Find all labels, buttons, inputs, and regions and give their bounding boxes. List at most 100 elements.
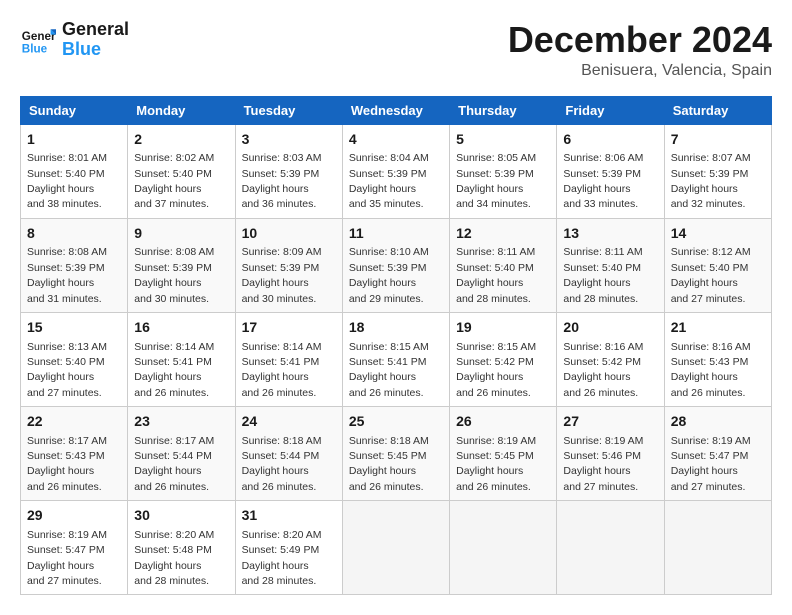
day-info: Sunrise: 8:16 AMSunset: 5:42 PMDaylight …: [563, 341, 643, 399]
day-number: 17: [242, 318, 336, 338]
table-row: 19 Sunrise: 8:15 AMSunset: 5:42 PMDaylig…: [450, 312, 557, 406]
header-wednesday: Wednesday: [342, 96, 449, 124]
day-info: Sunrise: 8:06 AMSunset: 5:39 PMDaylight …: [563, 152, 643, 210]
table-row: 13 Sunrise: 8:11 AMSunset: 5:40 PMDaylig…: [557, 218, 664, 312]
day-number: 21: [671, 318, 765, 338]
table-row: 25 Sunrise: 8:18 AMSunset: 5:45 PMDaylig…: [342, 407, 449, 501]
table-row: [557, 501, 664, 595]
day-number: 12: [456, 224, 550, 244]
day-number: 7: [671, 130, 765, 150]
table-row: 21 Sunrise: 8:16 AMSunset: 5:43 PMDaylig…: [664, 312, 771, 406]
table-row: 30 Sunrise: 8:20 AMSunset: 5:48 PMDaylig…: [128, 501, 235, 595]
day-info: Sunrise: 8:12 AMSunset: 5:40 PMDaylight …: [671, 246, 751, 304]
table-row: [664, 501, 771, 595]
table-row: 2 Sunrise: 8:02 AMSunset: 5:40 PMDayligh…: [128, 124, 235, 218]
table-row: 18 Sunrise: 8:15 AMSunset: 5:41 PMDaylig…: [342, 312, 449, 406]
day-number: 22: [27, 412, 121, 432]
day-number: 10: [242, 224, 336, 244]
day-info: Sunrise: 8:07 AMSunset: 5:39 PMDaylight …: [671, 152, 751, 210]
header-monday: Monday: [128, 96, 235, 124]
table-row: 28 Sunrise: 8:19 AMSunset: 5:47 PMDaylig…: [664, 407, 771, 501]
table-row: 9 Sunrise: 8:08 AMSunset: 5:39 PMDayligh…: [128, 218, 235, 312]
day-info: Sunrise: 8:10 AMSunset: 5:39 PMDaylight …: [349, 246, 429, 304]
title-section: December 2024 Benisuera, Valencia, Spain: [508, 20, 772, 80]
day-info: Sunrise: 8:18 AMSunset: 5:45 PMDaylight …: [349, 435, 429, 493]
day-number: 9: [134, 224, 228, 244]
day-info: Sunrise: 8:17 AMSunset: 5:43 PMDaylight …: [27, 435, 107, 493]
day-info: Sunrise: 8:15 AMSunset: 5:42 PMDaylight …: [456, 341, 536, 399]
table-row: 7 Sunrise: 8:07 AMSunset: 5:39 PMDayligh…: [664, 124, 771, 218]
table-row: 29 Sunrise: 8:19 AMSunset: 5:47 PMDaylig…: [21, 501, 128, 595]
page-header: General Blue GeneralBlue December 2024 B…: [20, 20, 772, 80]
day-number: 23: [134, 412, 228, 432]
day-info: Sunrise: 8:14 AMSunset: 5:41 PMDaylight …: [134, 341, 214, 399]
day-info: Sunrise: 8:08 AMSunset: 5:39 PMDaylight …: [27, 246, 107, 304]
calendar-header-row: Sunday Monday Tuesday Wednesday Thursday…: [21, 96, 772, 124]
day-number: 20: [563, 318, 657, 338]
header-sunday: Sunday: [21, 96, 128, 124]
table-row: 11 Sunrise: 8:10 AMSunset: 5:39 PMDaylig…: [342, 218, 449, 312]
header-thursday: Thursday: [450, 96, 557, 124]
day-info: Sunrise: 8:15 AMSunset: 5:41 PMDaylight …: [349, 341, 429, 399]
day-number: 31: [242, 506, 336, 526]
day-number: 18: [349, 318, 443, 338]
day-number: 1: [27, 130, 121, 150]
table-row: 20 Sunrise: 8:16 AMSunset: 5:42 PMDaylig…: [557, 312, 664, 406]
day-number: 11: [349, 224, 443, 244]
calendar-week-row: 29 Sunrise: 8:19 AMSunset: 5:47 PMDaylig…: [21, 501, 772, 595]
day-info: Sunrise: 8:17 AMSunset: 5:44 PMDaylight …: [134, 435, 214, 493]
day-number: 27: [563, 412, 657, 432]
day-info: Sunrise: 8:04 AMSunset: 5:39 PMDaylight …: [349, 152, 429, 210]
day-info: Sunrise: 8:19 AMSunset: 5:45 PMDaylight …: [456, 435, 536, 493]
header-tuesday: Tuesday: [235, 96, 342, 124]
day-number: 28: [671, 412, 765, 432]
day-info: Sunrise: 8:02 AMSunset: 5:40 PMDaylight …: [134, 152, 214, 210]
subtitle: Benisuera, Valencia, Spain: [508, 62, 772, 80]
day-info: Sunrise: 8:09 AMSunset: 5:39 PMDaylight …: [242, 246, 322, 304]
day-number: 29: [27, 506, 121, 526]
table-row: 10 Sunrise: 8:09 AMSunset: 5:39 PMDaylig…: [235, 218, 342, 312]
day-info: Sunrise: 8:16 AMSunset: 5:43 PMDaylight …: [671, 341, 751, 399]
day-number: 26: [456, 412, 550, 432]
day-info: Sunrise: 8:19 AMSunset: 5:47 PMDaylight …: [27, 529, 107, 587]
day-info: Sunrise: 8:11 AMSunset: 5:40 PMDaylight …: [456, 246, 535, 304]
day-number: 19: [456, 318, 550, 338]
table-row: 22 Sunrise: 8:17 AMSunset: 5:43 PMDaylig…: [21, 407, 128, 501]
day-info: Sunrise: 8:05 AMSunset: 5:39 PMDaylight …: [456, 152, 536, 210]
table-row: 12 Sunrise: 8:11 AMSunset: 5:40 PMDaylig…: [450, 218, 557, 312]
table-row: 6 Sunrise: 8:06 AMSunset: 5:39 PMDayligh…: [557, 124, 664, 218]
day-info: Sunrise: 8:01 AMSunset: 5:40 PMDaylight …: [27, 152, 107, 210]
table-row: 17 Sunrise: 8:14 AMSunset: 5:41 PMDaylig…: [235, 312, 342, 406]
table-row: 1 Sunrise: 8:01 AMSunset: 5:40 PMDayligh…: [21, 124, 128, 218]
table-row: 15 Sunrise: 8:13 AMSunset: 5:40 PMDaylig…: [21, 312, 128, 406]
header-friday: Friday: [557, 96, 664, 124]
logo-text: GeneralBlue: [62, 20, 129, 60]
day-number: 4: [349, 130, 443, 150]
day-number: 30: [134, 506, 228, 526]
calendar-week-row: 8 Sunrise: 8:08 AMSunset: 5:39 PMDayligh…: [21, 218, 772, 312]
table-row: 3 Sunrise: 8:03 AMSunset: 5:39 PMDayligh…: [235, 124, 342, 218]
day-number: 24: [242, 412, 336, 432]
table-row: 27 Sunrise: 8:19 AMSunset: 5:46 PMDaylig…: [557, 407, 664, 501]
day-number: 13: [563, 224, 657, 244]
day-info: Sunrise: 8:03 AMSunset: 5:39 PMDaylight …: [242, 152, 322, 210]
day-number: 8: [27, 224, 121, 244]
day-number: 14: [671, 224, 765, 244]
table-row: 26 Sunrise: 8:19 AMSunset: 5:45 PMDaylig…: [450, 407, 557, 501]
table-row: 5 Sunrise: 8:05 AMSunset: 5:39 PMDayligh…: [450, 124, 557, 218]
table-row: [450, 501, 557, 595]
table-row: [342, 501, 449, 595]
day-info: Sunrise: 8:20 AMSunset: 5:49 PMDaylight …: [242, 529, 322, 587]
day-number: 5: [456, 130, 550, 150]
svg-text:Blue: Blue: [22, 42, 48, 55]
logo: General Blue GeneralBlue: [20, 20, 129, 60]
table-row: 8 Sunrise: 8:08 AMSunset: 5:39 PMDayligh…: [21, 218, 128, 312]
day-number: 3: [242, 130, 336, 150]
table-row: 14 Sunrise: 8:12 AMSunset: 5:40 PMDaylig…: [664, 218, 771, 312]
day-info: Sunrise: 8:20 AMSunset: 5:48 PMDaylight …: [134, 529, 214, 587]
day-info: Sunrise: 8:11 AMSunset: 5:40 PMDaylight …: [563, 246, 642, 304]
table-row: 16 Sunrise: 8:14 AMSunset: 5:41 PMDaylig…: [128, 312, 235, 406]
calendar-week-row: 1 Sunrise: 8:01 AMSunset: 5:40 PMDayligh…: [21, 124, 772, 218]
calendar-week-row: 22 Sunrise: 8:17 AMSunset: 5:43 PMDaylig…: [21, 407, 772, 501]
day-info: Sunrise: 8:14 AMSunset: 5:41 PMDaylight …: [242, 341, 322, 399]
